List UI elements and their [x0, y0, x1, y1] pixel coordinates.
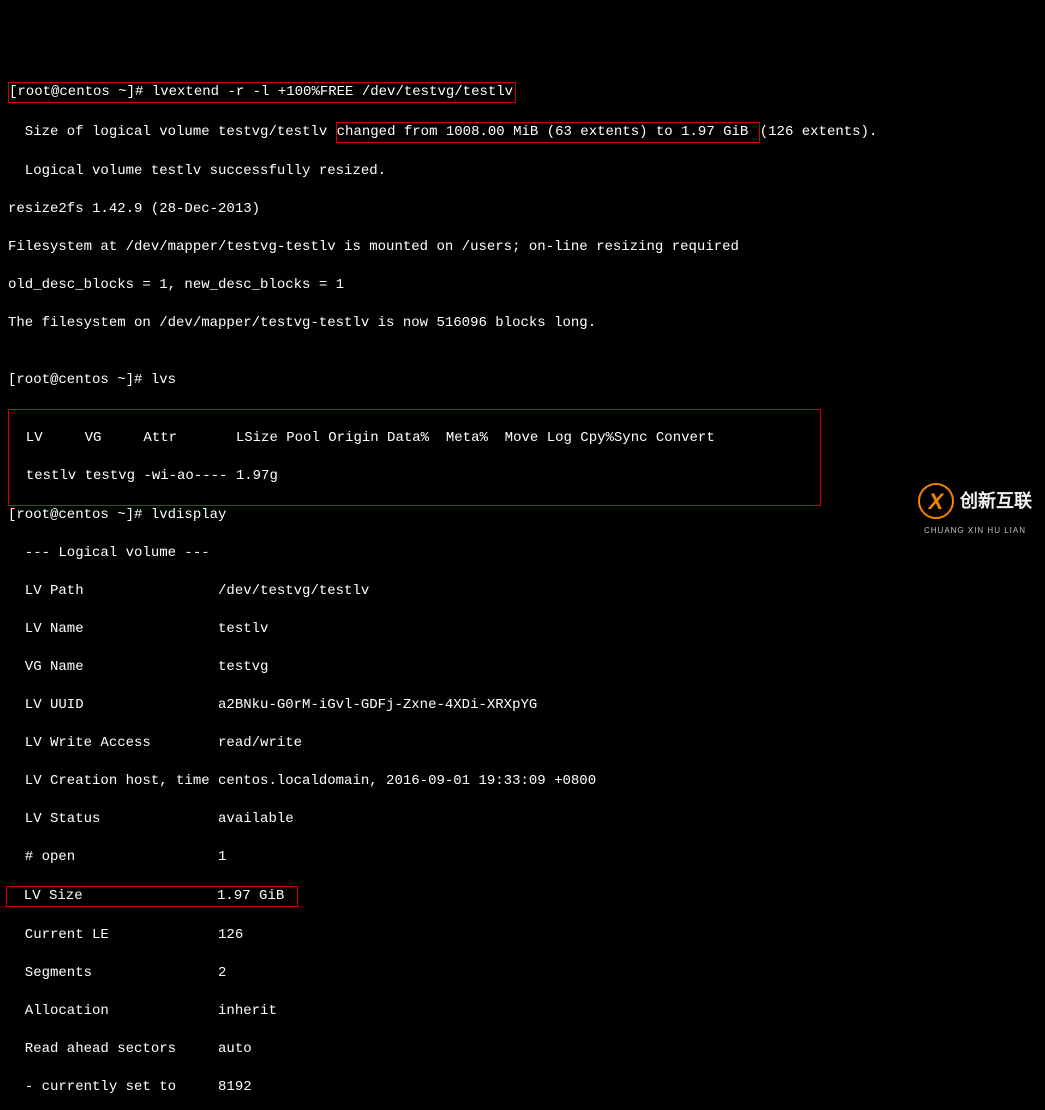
terminal-line: Read ahead sectors auto: [8, 1040, 1037, 1059]
terminal-line: [root@centos ~]# lvextend -r -l +100%FRE…: [9, 84, 513, 100]
terminal-line: The filesystem on /dev/mapper/testvg-tes…: [8, 314, 1037, 333]
terminal-line: # open 1: [8, 848, 1037, 867]
terminal-text: changed from 1008.00 MiB (63 extents) to…: [337, 124, 757, 140]
terminal-line: LV Creation host, time centos.localdomai…: [8, 772, 1037, 791]
terminal-line: LV Size 1.97 GiB: [7, 888, 293, 904]
terminal-line: VG Name testvg: [8, 658, 1037, 677]
highlight-box-cmd: [root@centos ~]# lvextend -r -l +100%FRE…: [8, 82, 516, 103]
terminal-line: Logical volume testlv successfully resiz…: [8, 162, 1037, 181]
terminal-line: Segments 2: [8, 964, 1037, 983]
terminal-line: --- Logical volume ---: [8, 544, 1037, 563]
terminal-line: old_desc_blocks = 1, new_desc_blocks = 1: [8, 276, 1037, 295]
terminal-line: resize2fs 1.42.9 (28-Dec-2013): [8, 200, 1037, 219]
terminal-line: [root@centos ~]# lvs: [8, 371, 1037, 390]
terminal-line: Filesystem at /dev/mapper/testvg-testlv …: [8, 238, 1037, 257]
terminal-line: LV Status available: [8, 810, 1037, 829]
terminal-line: LV Path /dev/testvg/testlv: [8, 582, 1037, 601]
terminal-line: LV Write Access read/write: [8, 734, 1037, 753]
terminal-line: Size of logical volume testvg/testlv: [8, 124, 336, 140]
terminal-line: Current LE 126: [8, 926, 1037, 945]
highlight-box-lvs: LV VG Attr LSize Pool Origin Data% Meta%…: [8, 409, 821, 506]
highlight-box-size-change: changed from 1008.00 MiB (63 extents) to…: [336, 122, 760, 143]
highlight-box-lvsize: LV Size 1.97 GiB: [6, 886, 298, 907]
terminal-line: - currently set to 8192: [8, 1078, 1037, 1097]
terminal-line: LV VG Attr LSize Pool Origin Data% Meta%…: [9, 429, 816, 448]
terminal-line: LV Name testlv: [8, 620, 1037, 639]
terminal-line: [root@centos ~]# lvdisplay: [8, 506, 1037, 525]
terminal-line: LV UUID a2BNku-G0rM-iGvl-GDFj-Zxne-4XDi-…: [8, 696, 1037, 715]
terminal-line: testlv testvg -wi-ao---- 1.97g: [9, 467, 816, 486]
terminal-line: (126 extents).: [760, 124, 878, 140]
terminal-line: Allocation inherit: [8, 1002, 1037, 1021]
